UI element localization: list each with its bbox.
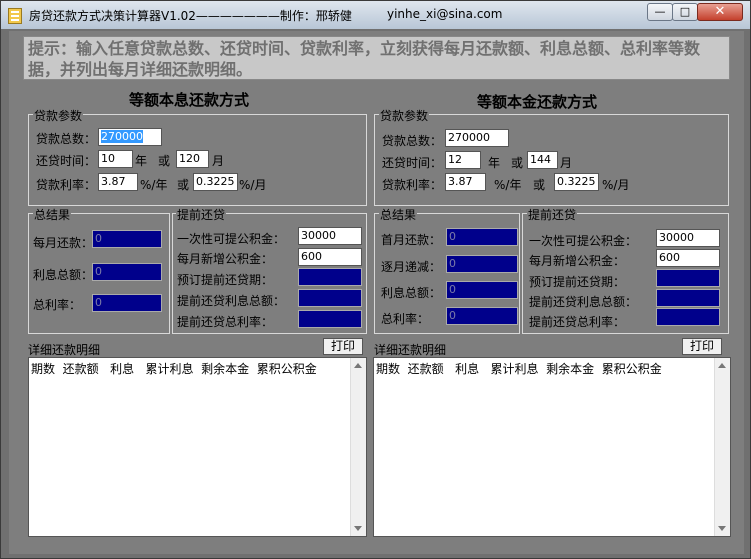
right-rate-year-unit: %/年 — [494, 178, 522, 192]
title-bar[interactable]: 房贷还款方式决策计算器V1.02———————制作：邢轿健 yinhe_xi@s… — [1, 1, 750, 29]
left-prepay-rate-label: 提前还贷总利率： — [177, 315, 274, 329]
right-interest-output: 0 — [446, 281, 518, 299]
left-term-years-input[interactable]: 10 — [98, 150, 133, 168]
scroll-up-icon[interactable] — [718, 363, 726, 368]
left-term-label: 还贷时间： — [36, 154, 97, 168]
right-or-label-2: 或 — [533, 178, 546, 192]
left-rate-month-input[interactable]: 0.3225 — [193, 173, 238, 191]
left-prepay-rate-output — [298, 310, 362, 328]
left-fund-once-input[interactable]: 30000 — [298, 227, 362, 245]
right-decrease-label: 逐月递减： — [381, 260, 442, 274]
right-result-group-label: 总结果 — [379, 206, 418, 223]
left-or-label-2: 或 — [177, 178, 190, 192]
right-or-label: 或 — [511, 156, 524, 170]
right-fund-once-label: 一次性可提公积金： — [529, 234, 638, 248]
right-loan-total-input[interactable]: 270000 — [445, 129, 509, 147]
right-rate-month-input[interactable]: 0.3225 — [554, 173, 599, 191]
hint-text: 提示：输入任意贷款总数、还贷时间、贷款利率，立刻获得每月还款额、利息总额、总利率… — [23, 36, 730, 80]
right-loan-total-label: 贷款总数： — [382, 134, 443, 148]
left-term-months-input[interactable]: 120 — [176, 150, 209, 168]
author-email: yinhe_xi@sina.com — [387, 7, 503, 21]
right-list-header: 期数 还款额 利息 累计利息 剩余本金 累积公积金 — [376, 362, 662, 376]
left-rate-year-input[interactable]: 3.87 — [98, 173, 138, 191]
right-term-years-input[interactable]: 12 — [445, 151, 481, 169]
left-print-button[interactable]: 打印 — [323, 338, 363, 355]
left-loan-group-label: 贷款参数 — [33, 107, 84, 124]
left-month-unit: 月 — [212, 154, 225, 168]
left-fund-monthly-label: 每月新增公积金： — [177, 252, 274, 266]
right-loan-group-label: 贷款参数 — [379, 107, 430, 124]
right-decrease-output: 0 — [446, 255, 518, 273]
right-prepay-interest-label: 提前还贷利息总额： — [529, 295, 638, 309]
right-section-title: 等额本金还款方式 — [477, 93, 598, 111]
right-fund-once-input[interactable]: 30000 — [656, 229, 720, 247]
left-rate-year-unit: %/年 — [140, 178, 168, 192]
minimize-button[interactable]: — — [647, 3, 673, 21]
left-rate-month-unit: %/月 — [239, 178, 267, 192]
app-window: 房贷还款方式决策计算器V1.02———————制作：邢轿健 yinhe_xi@s… — [0, 0, 751, 559]
right-fund-monthly-input[interactable]: 600 — [656, 249, 720, 267]
right-total-rate-label: 总利率： — [381, 312, 430, 326]
app-icon — [8, 8, 22, 24]
left-list-scrollbar[interactable] — [350, 358, 366, 536]
window-title: 房贷还款方式决策计算器V1.02———————制作：邢轿健 — [29, 9, 352, 23]
right-prepay-rate-output — [656, 308, 720, 326]
left-prepay-period-label: 预订提前还贷期： — [177, 273, 274, 287]
maximize-button[interactable]: □ — [672, 3, 698, 21]
scroll-up-icon[interactable] — [354, 363, 362, 368]
left-rate-label: 贷款利率： — [36, 178, 97, 192]
right-year-unit: 年 — [488, 156, 501, 170]
scroll-down-icon[interactable] — [718, 526, 726, 531]
left-fund-monthly-input[interactable]: 600 — [298, 248, 362, 266]
left-detail-list[interactable]: 期数 还款额 利息 累计利息 剩余本金 累积公积金 — [28, 357, 367, 537]
close-button[interactable]: ✕ — [697, 3, 743, 21]
right-detail-label: 详细还款明细 — [374, 343, 447, 357]
right-fund-monthly-label: 每月新增公积金： — [529, 254, 626, 268]
right-month-unit: 月 — [560, 156, 573, 170]
right-total-rate-output: 0 — [446, 307, 518, 325]
left-total-rate-label: 总利率： — [33, 298, 82, 312]
left-year-unit: 年 — [135, 154, 148, 168]
left-prepay-period-output — [298, 268, 362, 286]
left-total-rate-output: 0 — [92, 294, 162, 312]
right-rate-year-input[interactable]: 3.87 — [445, 173, 486, 191]
right-first-month-output: 0 — [446, 228, 518, 246]
scroll-down-icon[interactable] — [354, 526, 362, 531]
left-monthly-output: 0 — [92, 230, 162, 248]
left-list-header: 期数 还款额 利息 累计利息 剩余本金 累积公积金 — [31, 362, 317, 376]
left-result-group-label: 总结果 — [33, 206, 72, 223]
left-monthly-label: 每月还款： — [33, 236, 94, 250]
right-prepay-interest-output — [656, 289, 720, 307]
left-interest-label: 利息总额： — [33, 268, 94, 282]
right-interest-label: 利息总额： — [381, 286, 442, 300]
left-interest-output: 0 — [92, 263, 162, 281]
left-prepay-interest-output — [298, 289, 362, 307]
left-loan-total-label: 贷款总数： — [36, 132, 97, 146]
right-prepay-period-output — [656, 269, 720, 287]
right-print-button[interactable]: 打印 — [682, 338, 722, 355]
left-prepay-group-label: 提前还贷 — [176, 206, 227, 223]
left-or-label: 或 — [158, 154, 171, 168]
right-first-month-label: 首月还款： — [381, 233, 442, 247]
right-list-scrollbar[interactable] — [714, 358, 730, 536]
right-detail-list[interactable]: 期数 还款额 利息 累计利息 剩余本金 累积公积金 — [373, 357, 731, 537]
left-detail-label: 详细还款明细 — [28, 343, 101, 357]
left-loan-total-input[interactable]: 270000 — [98, 128, 162, 146]
right-rate-month-unit: %/月 — [602, 178, 630, 192]
left-section-title: 等额本息还款方式 — [129, 91, 250, 109]
right-term-label: 还贷时间： — [382, 156, 443, 170]
left-fund-once-label: 一次性可提公积金： — [177, 232, 286, 246]
right-prepay-period-label: 预订提前还贷期： — [529, 275, 626, 289]
right-prepay-rate-label: 提前还贷总利率： — [529, 315, 626, 329]
left-prepay-interest-label: 提前还贷利息总额： — [177, 294, 286, 308]
right-prepay-group-label: 提前还贷 — [527, 206, 578, 223]
right-rate-label: 贷款利率： — [382, 178, 443, 192]
right-term-months-input[interactable]: 144 — [527, 151, 558, 169]
